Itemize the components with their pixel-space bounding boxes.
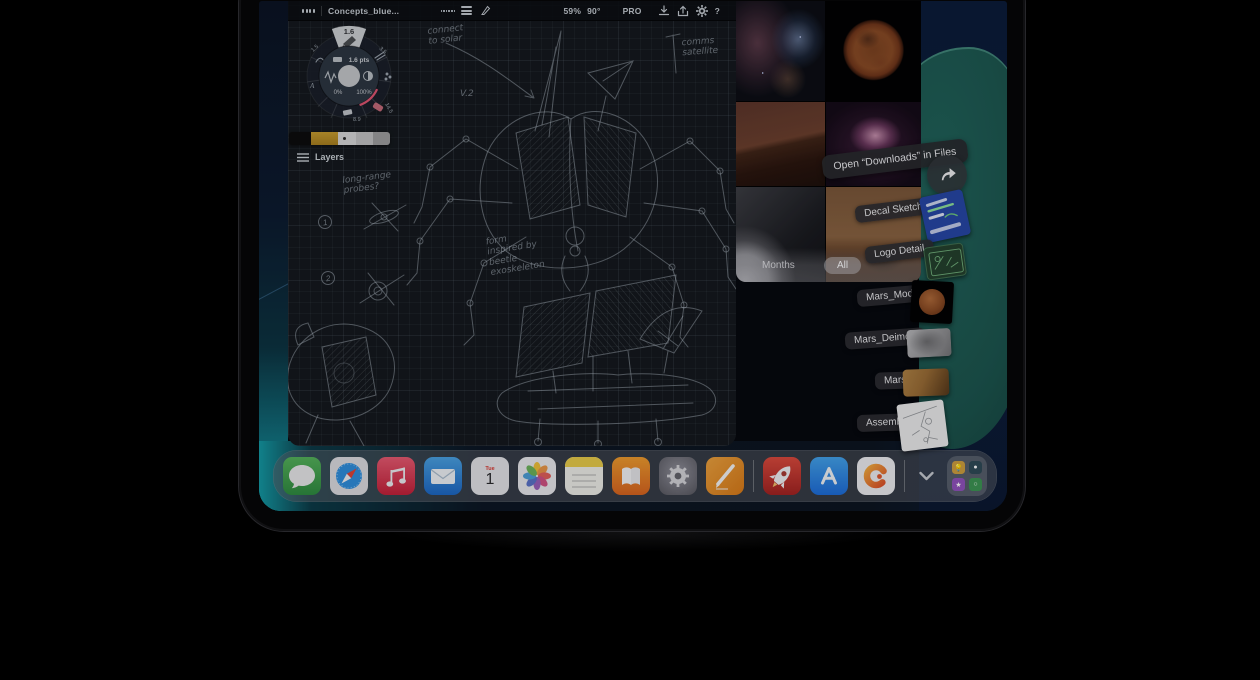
dock-divider (904, 460, 905, 492)
swatch-black[interactable] (289, 132, 311, 145)
drag-thumb-mars-model[interactable] (910, 280, 954, 324)
ipad-screen: connect to solar comms satellite V.2 lon… (259, 1, 1007, 511)
chevron-down-icon (918, 470, 935, 482)
zoom-level[interactable]: 59% (563, 6, 581, 16)
swatch-gold[interactable] (311, 132, 338, 145)
dock-collapse-chevron[interactable] (914, 457, 938, 495)
drag-thumb-decal-sketches[interactable] (919, 189, 972, 243)
photo-grid (736, 1, 921, 282)
swatch-selection-dot (343, 137, 346, 140)
dock-app-app-store[interactable] (810, 457, 848, 495)
import-icon[interactable] (658, 4, 671, 17)
opacity-min-label: 0% (334, 90, 343, 96)
concepts-toolbar: Concepts_blue... 59% 90° PRO (288, 1, 736, 21)
concepts-app-window: connect to solar comms satellite V.2 lon… (288, 1, 736, 446)
dock-app-safari[interactable] (330, 457, 368, 495)
ipad-device: connect to solar comms satellite V.2 lon… (238, 0, 1026, 532)
pen-tool-icon[interactable] (479, 4, 492, 17)
canvas-title[interactable]: Concepts_blue... (328, 6, 399, 16)
photo-tile-mars-surface[interactable] (736, 102, 825, 186)
drag-thumb-mars[interactable] (903, 368, 950, 397)
app-library-tile-camera: ● (969, 461, 982, 474)
rotation-angle[interactable]: 90° (587, 6, 600, 16)
dock-app-settings[interactable] (659, 457, 697, 495)
layers-label: Layers (315, 152, 344, 162)
dock-app-books[interactable] (612, 457, 650, 495)
dock: Tue 1 (273, 450, 997, 502)
precision-grid-icon[interactable] (441, 4, 454, 17)
app-library-tile-green: ○ (969, 478, 982, 491)
swatch-light-gray[interactable] (338, 132, 356, 145)
dock-app-concepts[interactable] (857, 457, 895, 495)
svg-text:14.5: 14.5 (383, 102, 393, 114)
dock-app-notes[interactable] (565, 457, 603, 495)
swatch-gray[interactable] (356, 132, 373, 145)
dock-app-rocket[interactable] (763, 457, 801, 495)
dock-app-music[interactable] (377, 457, 415, 495)
wallpaper-left-sliver (259, 1, 288, 511)
brush-size-label: 1.6 pts (349, 57, 370, 64)
app-library-tile-star: ★ (952, 478, 965, 491)
tool-wheel[interactable]: 1.6 1.5 3.5 14.5 8.9 A (301, 22, 397, 131)
photos-app-window: Months All (736, 1, 921, 282)
dock-divider (753, 460, 754, 492)
dock-app-linea-sketch[interactable] (706, 457, 744, 495)
layers-control[interactable]: Layers (297, 152, 344, 162)
settings-gear-icon[interactable] (696, 4, 709, 17)
drag-thumb-logo-detail[interactable] (923, 242, 967, 280)
filter-all[interactable]: All (824, 257, 861, 274)
dock-app-photos[interactable] (518, 457, 556, 495)
swatch-dark-gray[interactable] (373, 132, 390, 145)
apps-grid-icon[interactable] (302, 4, 315, 17)
dock-app-library[interactable]: 💡 ● ★ ○ (947, 456, 987, 496)
layers-menu-icon (297, 153, 309, 162)
device-shadow (300, 532, 980, 558)
filter-months[interactable]: Months (762, 260, 795, 271)
toolbar-divider (321, 6, 322, 16)
active-tool-size-text: 1.6 (344, 27, 354, 36)
annotation-connect-to-solar: connect to solar (427, 23, 465, 47)
drag-thumb-assembly[interactable] (896, 399, 948, 451)
dock-app-calendar[interactable]: Tue 1 (471, 457, 509, 495)
opacity-max-label: 100% (356, 90, 372, 96)
color-swatch-strip[interactable] (289, 132, 390, 145)
layers-stack-icon[interactable] (460, 4, 473, 17)
svg-text:A: A (309, 82, 315, 90)
photo-tile-horsehead-nebula[interactable] (736, 1, 825, 101)
svg-text:8.9: 8.9 (353, 117, 361, 123)
color-preview-circle (338, 65, 360, 87)
photo-tile-mars-globe[interactable] (826, 1, 921, 101)
annotation-comms-satellite: comms satellite (681, 36, 718, 59)
drag-thumb-mars-deimos[interactable] (906, 328, 951, 358)
annotation-beetle-exoskeleton: form inspired by beetle exoskeleton (485, 229, 545, 278)
stage: connect to solar comms satellite V.2 lon… (0, 0, 1260, 680)
export-icon[interactable] (677, 4, 690, 17)
share-arrow-icon (934, 162, 960, 188)
mars-thumb-planet (918, 288, 945, 315)
pro-badge[interactable]: PRO (623, 6, 642, 16)
help-button[interactable]: ? (715, 6, 720, 16)
app-library-tile-yellow: 💡 (952, 461, 965, 474)
calendar-day: 1 (486, 472, 495, 488)
dock-app-messages[interactable] (283, 457, 321, 495)
dock-app-mail[interactable] (424, 457, 462, 495)
annotation-version: V.2 (460, 89, 474, 99)
